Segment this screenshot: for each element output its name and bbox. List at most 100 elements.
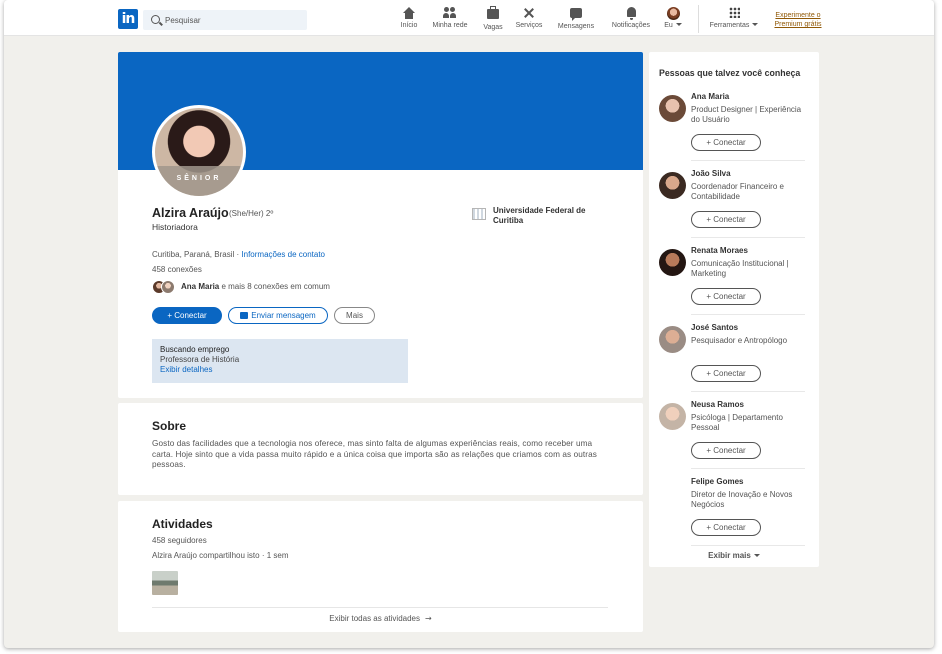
divider	[691, 391, 805, 392]
profile-card: SÊNIOR Alzira Araújo (She/Her) 2º Histor…	[118, 52, 643, 398]
app-window: in Início Minha rede Vagas Serviços Mens…	[4, 0, 934, 648]
person-avatar[interactable]	[659, 172, 686, 199]
search-icon	[151, 15, 160, 24]
person-connect-button[interactable]: + Conectar	[691, 134, 761, 151]
university-name: Universidade Federal de Curitiba	[493, 206, 586, 225]
connect-button[interactable]: + Conectar	[152, 307, 222, 324]
suggestion-card: José Santos Pesquisador e Antropólogo + …	[659, 323, 805, 393]
person-connect-button[interactable]: + Conectar	[691, 519, 761, 536]
chevron-down-icon	[752, 23, 759, 26]
person-name[interactable]: João Silva	[691, 169, 731, 178]
suggestion-card: Felipe Gomes Diretor de Inovação e Novos…	[659, 477, 805, 547]
nav-my-network[interactable]: Minha rede	[430, 7, 470, 33]
location-text: Curitiba, Paraná, Brasil ·	[152, 250, 240, 259]
grid-icon	[728, 7, 740, 18]
person-avatar[interactable]	[659, 95, 686, 122]
open-to-work-role: Professora de História	[160, 355, 240, 364]
premium-link[interactable]: Experimente o Premium grátis	[772, 11, 824, 29]
divider	[691, 237, 805, 238]
profile-location: Curitiba, Paraná, Brasil · Informações d…	[152, 250, 325, 259]
person-connect-button[interactable]: + Conectar	[691, 365, 761, 382]
nav-label: Início	[400, 22, 418, 29]
person-description: Comunicação Institucional | Marketing	[691, 259, 789, 278]
message-icon	[570, 8, 582, 21]
activity-shared-text: Alzira Araújo compartilhou isto · 1 sem	[152, 551, 289, 560]
connections-count[interactable]: 458 conexões	[152, 265, 202, 274]
show-more-label: Exibir mais	[708, 551, 751, 560]
person-name[interactable]: Renata Moraes	[691, 246, 748, 255]
message-icon	[240, 312, 249, 319]
nav-services[interactable]: Serviços	[514, 7, 544, 33]
activity-section: Atividades 458 seguidores Alzira Araújo …	[118, 501, 643, 632]
nav-tools[interactable]: Ferramentas	[708, 7, 760, 33]
nav-label: Eu	[664, 22, 673, 29]
contact-info-link[interactable]: Informações de contato	[241, 250, 325, 259]
nav-home[interactable]: Início	[396, 7, 422, 33]
person-name[interactable]: Ana Maria	[691, 92, 729, 101]
university-logo-icon	[472, 208, 486, 220]
me-avatar	[666, 7, 680, 20]
person-avatar[interactable]	[659, 403, 686, 430]
nav-jobs[interactable]: Vagas	[480, 6, 506, 33]
mutual-rest: e mais 8 conexões em comum	[221, 282, 330, 291]
connect-label: Conectar	[713, 138, 746, 147]
activity-title: Atividades	[152, 517, 213, 531]
nav-label: Serviços	[515, 22, 543, 29]
about-section: Sobre Gosto das facilidades que a tecnol…	[118, 403, 643, 495]
nav-divider	[698, 5, 699, 33]
divider	[691, 160, 805, 161]
search-box[interactable]	[143, 10, 307, 30]
person-connect-button[interactable]: + Conectar	[691, 442, 761, 459]
message-label: Enviar mensagem	[251, 311, 316, 320]
person-description: Coordenador Financeiro e Contabilidade	[691, 182, 784, 201]
person-connect-button[interactable]: + Conectar	[691, 211, 761, 228]
person-name[interactable]: José Santos	[691, 323, 738, 332]
people-you-may-know: Pessoas que talvez você conheça Ana Mari…	[649, 52, 819, 567]
tools-icon	[523, 7, 535, 19]
open-to-work-details-link[interactable]: Exibir detalhes	[160, 365, 400, 375]
connect-label: Conectar	[713, 446, 746, 455]
activity-thumbnail[interactable]	[152, 571, 178, 595]
connect-label: Conectar	[174, 311, 207, 320]
send-message-button[interactable]: Enviar mensagem	[228, 307, 328, 324]
person-avatar[interactable]	[659, 326, 686, 353]
person-avatar[interactable]	[659, 249, 686, 276]
person-description: Diretor de Inovação e Novos Negócios	[691, 490, 793, 509]
chevron-down-icon	[753, 554, 760, 557]
mutual-avatar	[161, 280, 175, 294]
sidebar-title: Pessoas que talvez você conheça	[659, 68, 801, 78]
nav-me[interactable]: Eu	[662, 7, 684, 33]
top-nav: in Início Minha rede Vagas Serviços Mens…	[4, 0, 934, 36]
nav-messages[interactable]: Mensagens	[556, 7, 596, 33]
connect-label: Conectar	[713, 369, 746, 378]
divider	[691, 468, 805, 469]
show-all-label: Exibir todas as atividades	[329, 614, 420, 623]
profile-name: Alzira Araújo	[152, 206, 229, 220]
show-more-button[interactable]: Exibir mais	[649, 551, 819, 560]
suggestion-card: João Silva Coordenador Financeiro e Cont…	[659, 169, 805, 239]
about-title: Sobre	[152, 419, 187, 433]
linkedin-logo[interactable]: in	[118, 9, 138, 29]
nav-label: Minha rede	[432, 22, 468, 29]
people-icon	[443, 7, 457, 19]
senior-badge: SÊNIOR	[155, 166, 243, 196]
profile-avatar[interactable]: SÊNIOR	[152, 105, 246, 199]
person-description: Psicóloga | Departamento Pessoal	[691, 413, 783, 432]
divider	[691, 545, 805, 546]
person-name[interactable]: Neusa Ramos	[691, 400, 744, 409]
person-connect-button[interactable]: + Conectar	[691, 288, 761, 305]
about-text: Gosto das facilidades que a tecnologia n…	[152, 439, 597, 469]
person-description: Pesquisador e Antropólogo	[691, 336, 788, 345]
more-button[interactable]: Mais	[334, 307, 375, 324]
nav-notifications[interactable]: Notificações	[608, 7, 654, 33]
connect-label: Conectar	[713, 292, 746, 301]
connect-label: Conectar	[713, 523, 746, 532]
chevron-down-icon	[675, 23, 682, 26]
connect-label: Conectar	[713, 215, 746, 224]
open-to-work-title: Buscando emprego	[160, 345, 230, 354]
mutual-name: Ana Maria	[181, 282, 220, 291]
bell-icon	[626, 7, 636, 20]
show-all-activity-link[interactable]: Exibir todas as atividades →	[118, 614, 643, 623]
person-name[interactable]: Felipe Gomes	[691, 477, 743, 486]
search-input[interactable]	[165, 10, 301, 30]
